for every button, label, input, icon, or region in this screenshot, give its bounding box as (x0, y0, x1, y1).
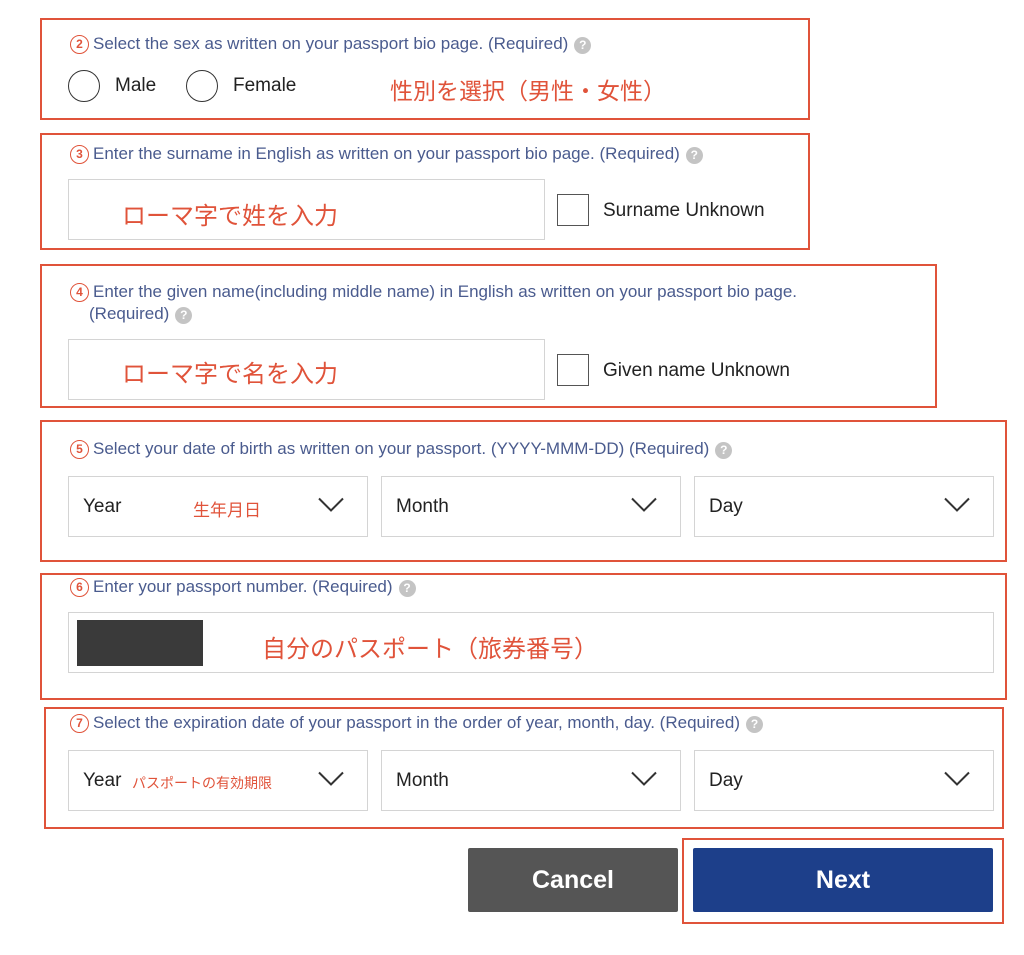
step-number-badge: 2 (70, 35, 89, 54)
passport-annotation-note: 自分のパスポート（旅券番号） (262, 635, 598, 663)
surname-question-text: Enter the surname in English as written … (93, 144, 680, 163)
chevron-down-icon (317, 770, 345, 791)
expiry-annotation-note: パスポートの有効期限 (132, 776, 272, 792)
help-icon[interactable]: ? (715, 442, 733, 459)
expiry-question: 7 Select the expiration date of your pass… (70, 712, 763, 734)
passport-question: 6 Enter your passport number. (Required)? (70, 576, 416, 598)
given-name-unknown-label[interactable]: Given name Unknown (603, 360, 790, 382)
cancel-button[interactable]: Cancel (468, 848, 678, 912)
sex-question: 2 Select the sex as written on your passp… (70, 33, 592, 55)
expiry-month-select[interactable]: Month (381, 750, 681, 811)
sex-annotation-note: 性別を選択（男性・女性） (390, 79, 666, 105)
birth-day-value: Day (709, 495, 743, 517)
given-name-annotation-note: ローマ字で名を入力 (122, 360, 338, 388)
female-label[interactable]: Female (233, 75, 296, 97)
surname-unknown-checkbox[interactable] (557, 194, 589, 226)
birth-question: 5 Select your date of birth as written on… (70, 438, 733, 460)
help-icon[interactable]: ? (746, 716, 763, 733)
sex-question-text: Select the sex as written on your passpo… (93, 34, 569, 53)
female-radio[interactable] (186, 70, 218, 102)
expiry-day-value: Day (709, 769, 743, 791)
birth-month-select[interactable]: Month (381, 476, 681, 537)
chevron-down-icon (943, 770, 971, 791)
redacted-passport-number (77, 620, 203, 666)
step-number-badge: 4 (70, 283, 89, 302)
male-label[interactable]: Male (115, 75, 156, 97)
next-button[interactable]: Next (693, 848, 993, 912)
given-name-question-text-line1: Enter the given name(including middle na… (93, 282, 798, 301)
surname-unknown-label[interactable]: Surname Unknown (603, 200, 765, 222)
given-name-unknown-checkbox[interactable] (557, 354, 589, 386)
chevron-down-icon (943, 496, 971, 517)
chevron-down-icon (630, 496, 658, 517)
help-icon[interactable]: ? (685, 147, 703, 164)
given-name-question: 4 Enter the given name(including middle n… (70, 281, 930, 325)
birth-month-value: Month (396, 495, 449, 517)
expiry-question-text: Select the expiration date of your passp… (93, 713, 740, 732)
birth-year-value: Year (83, 495, 122, 517)
birth-day-select[interactable]: Day (694, 476, 994, 537)
surname-question: 3 Enter the surname in English as written… (70, 143, 703, 165)
step-number-badge: 6 (70, 578, 89, 597)
passport-question-text: Enter your passport number. (Required) (93, 577, 393, 596)
expiry-year-value: Year (83, 769, 122, 791)
surname-annotation-note: ローマ字で姓を入力 (122, 202, 338, 230)
step-number-badge: 7 (70, 714, 89, 733)
help-icon[interactable]: ? (574, 37, 592, 54)
birth-annotation-note: 生年月日 (193, 501, 261, 521)
chevron-down-icon (317, 496, 345, 517)
expiry-month-value: Month (396, 769, 449, 791)
step-number-badge: 5 (70, 440, 89, 459)
chevron-down-icon (630, 770, 658, 791)
given-name-question-text-line2: (Required) (89, 304, 170, 323)
help-icon[interactable]: ? (175, 307, 193, 324)
step-number-badge: 3 (70, 145, 89, 164)
birth-question-text: Select your date of birth as written on … (93, 439, 710, 458)
expiry-day-select[interactable]: Day (694, 750, 994, 811)
male-radio[interactable] (68, 70, 100, 102)
help-icon[interactable]: ? (398, 580, 416, 597)
